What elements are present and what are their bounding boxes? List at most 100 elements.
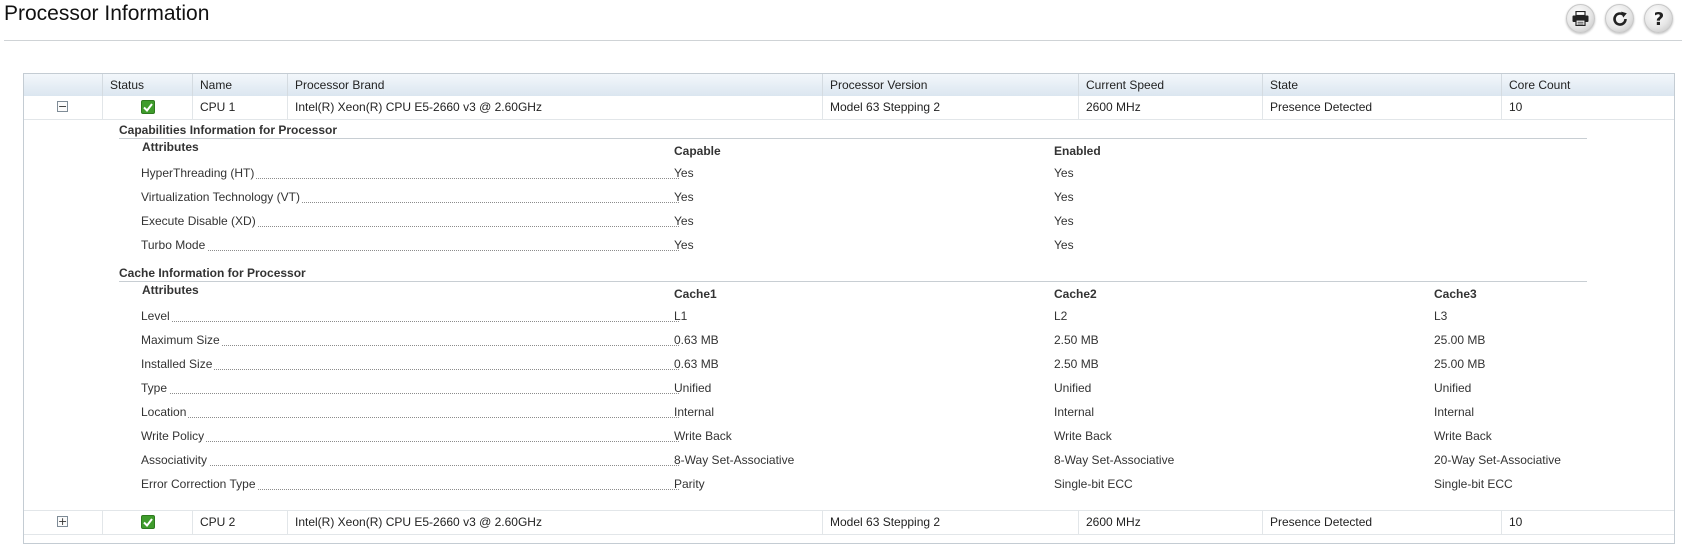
status-cell xyxy=(102,511,192,534)
capability-row: HyperThreading (HT) xyxy=(141,166,679,182)
cache-row: Type xyxy=(141,381,679,397)
capability-value: Yes xyxy=(1054,190,1074,204)
status-cell xyxy=(102,96,192,119)
cache-label: Type xyxy=(141,381,170,395)
cache-value: 0.63 MB xyxy=(674,357,719,371)
capability-value: Yes xyxy=(674,238,694,252)
column-header-status[interactable]: Status xyxy=(102,74,192,96)
cache2-column-header: Cache2 xyxy=(1054,287,1097,301)
cache-value: 8-Way Set-Associative xyxy=(1054,453,1175,467)
cache-value: 25.00 MB xyxy=(1434,357,1486,371)
dotted-leader xyxy=(141,441,679,442)
section-divider xyxy=(119,281,1587,282)
cache-value: Internal xyxy=(1434,405,1475,419)
expand-cell: − xyxy=(24,96,102,119)
dotted-leader xyxy=(141,250,679,251)
processor-version-cell: Model 63 Stepping 2 xyxy=(822,96,1078,119)
current-speed-cell: 2600 MHz xyxy=(1078,96,1262,119)
capability-value: Yes xyxy=(1054,166,1074,180)
cache-value: Internal xyxy=(674,405,715,419)
capability-row: Turbo Mode xyxy=(141,238,679,254)
refresh-button[interactable] xyxy=(1605,4,1634,33)
processor-brand-cell: Intel(R) Xeon(R) CPU E5-2660 v3 @ 2.60GH… xyxy=(287,511,822,534)
capability-value: Yes xyxy=(674,214,694,228)
attributes-header: Attributes xyxy=(142,140,199,154)
processor-brand-cell: Intel(R) Xeon(R) CPU E5-2660 v3 @ 2.60GH… xyxy=(287,96,822,119)
status-ok-icon xyxy=(141,515,155,529)
cache-row: Installed Size xyxy=(141,357,679,373)
column-header-state[interactable]: State xyxy=(1262,74,1501,96)
column-header-current-speed[interactable]: Current Speed xyxy=(1078,74,1262,96)
state-cell: Presence Detected xyxy=(1262,511,1501,534)
cache-value: L2 xyxy=(1054,309,1068,323)
cache-value: 8-Way Set-Associative xyxy=(674,453,795,467)
cache-row: Location xyxy=(141,405,679,421)
capability-label: Execute Disable (XD) xyxy=(141,214,258,228)
collapse-toggle-button[interactable]: − xyxy=(57,101,68,112)
column-header-processor-brand[interactable]: Processor Brand xyxy=(287,74,822,96)
capability-label: Turbo Mode xyxy=(141,238,208,252)
cache-value: 0.63 MB xyxy=(674,333,719,347)
core-count-cell: 10 xyxy=(1501,511,1674,534)
capability-value: Yes xyxy=(674,166,694,180)
cache-value: Write Back xyxy=(1054,429,1112,443)
cache-value: 25.00 MB xyxy=(1434,333,1486,347)
cache-row: Error Correction Type xyxy=(141,477,679,493)
cache-value: Unified xyxy=(1434,381,1472,395)
core-count-cell: 10 xyxy=(1501,96,1674,119)
cache-section-title: Cache Information for Processor xyxy=(119,266,306,280)
expand-cell: + xyxy=(24,511,102,534)
title-divider xyxy=(4,40,1682,41)
capability-value: Yes xyxy=(674,190,694,204)
help-button[interactable]: ? xyxy=(1644,4,1673,33)
cache-row: Level xyxy=(141,309,679,325)
column-header-name[interactable]: Name xyxy=(192,74,287,96)
capability-label: Virtualization Technology (VT) xyxy=(141,190,302,204)
cache-value: Write Back xyxy=(674,429,732,443)
current-speed-cell: 2600 MHz xyxy=(1078,511,1262,534)
expand-column-header xyxy=(24,74,102,96)
cache-row: Write Policy xyxy=(141,429,679,445)
processor-version-cell: Model 63 Stepping 2 xyxy=(822,511,1078,534)
name-cell: CPU 2 xyxy=(192,511,287,534)
column-header-processor-version[interactable]: Processor Version xyxy=(822,74,1078,96)
svg-text:?: ? xyxy=(1653,9,1663,29)
dotted-leader xyxy=(141,465,679,466)
state-cell: Presence Detected xyxy=(1262,96,1501,119)
capability-label: HyperThreading (HT) xyxy=(141,166,257,180)
cache-label: Associativity xyxy=(141,453,210,467)
cpu-1-detail-panel: Capabilities Information for Processor A… xyxy=(24,120,1674,543)
print-button[interactable] xyxy=(1566,4,1595,33)
dotted-leader xyxy=(141,321,679,322)
cache3-column-header: Cache3 xyxy=(1434,287,1477,301)
cache-label: Maximum Size xyxy=(141,333,222,347)
capability-value: Yes xyxy=(1054,214,1074,228)
cache-value: L1 xyxy=(674,309,688,323)
dotted-leader xyxy=(141,345,679,346)
expand-toggle-button[interactable]: + xyxy=(57,516,68,527)
capability-value: Yes xyxy=(1054,238,1074,252)
capable-column-header: Capable xyxy=(674,144,721,158)
enabled-column-header: Enabled xyxy=(1054,144,1101,158)
status-ok-icon xyxy=(141,100,155,114)
column-header-core-count[interactable]: Core Count xyxy=(1501,74,1674,96)
dotted-leader xyxy=(141,393,679,394)
cache-value: Internal xyxy=(1054,405,1095,419)
cache-row: Associativity xyxy=(141,453,679,469)
table-row-cpu-2[interactable]: + CPU 2 Intel(R) Xeon(R) CPU E5-2660 v3 … xyxy=(24,510,1674,535)
toolbar: ? xyxy=(1566,4,1673,33)
cache1-column-header: Cache1 xyxy=(674,287,717,301)
attributes-header: Attributes xyxy=(142,283,199,297)
page-title: Processor Information xyxy=(4,2,210,25)
cache-value: Unified xyxy=(1054,381,1092,395)
cache-value: Single-bit ECC xyxy=(1054,477,1133,491)
dotted-leader xyxy=(141,417,679,418)
cache-label: Error Correction Type xyxy=(141,477,258,491)
cache-value: 20-Way Set-Associative xyxy=(1434,453,1561,467)
help-icon: ? xyxy=(1653,9,1663,29)
cache-value: 2.50 MB xyxy=(1054,357,1099,371)
capability-row: Execute Disable (XD) xyxy=(141,214,679,230)
section-divider xyxy=(119,138,1587,139)
table-row-cpu-1[interactable]: − CPU 1 Intel(R) Xeon(R) CPU E5-2660 v3 … xyxy=(24,96,1674,120)
cache-value: 2.50 MB xyxy=(1054,333,1099,347)
